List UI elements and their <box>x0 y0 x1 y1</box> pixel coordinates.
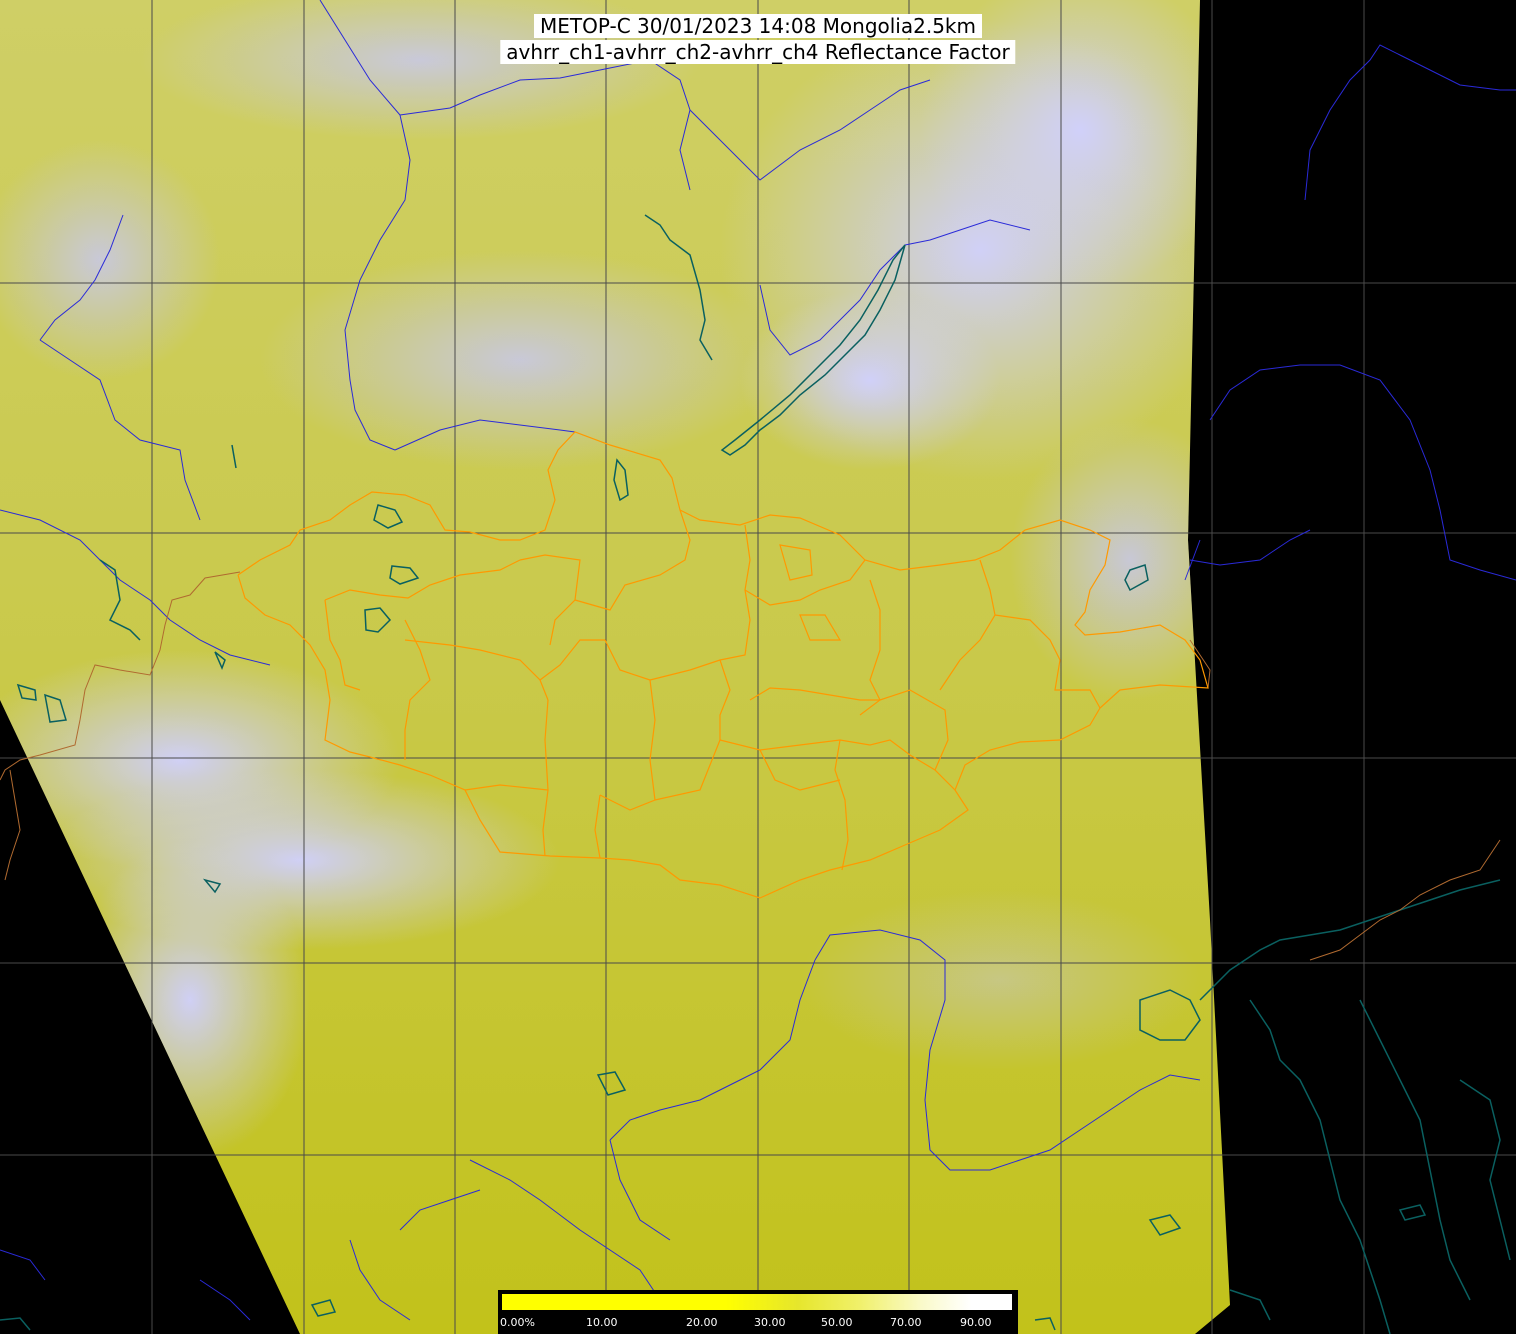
colorbar-tick: 50.00 <box>821 1316 853 1329</box>
colorbar-tick: 0.00% <box>500 1316 535 1329</box>
satellite-map <box>0 0 1516 1334</box>
colorbar-tick: 30.00 <box>754 1316 786 1329</box>
map-subtitle: avhrr_ch1-avhrr_ch2-avhrr_ch4 Reflectanc… <box>500 40 1016 64</box>
colorbar-tick: 70.00 <box>890 1316 922 1329</box>
colorbar-ramp <box>502 1294 1012 1310</box>
map-title: METOP-C 30/01/2023 14:08 Mongolia2.5km <box>534 14 982 38</box>
colorbar-legend: 0.00% 10.00 20.00 30.00 50.00 70.00 90.0… <box>498 1290 1018 1334</box>
colorbar-tick: 10.00 <box>586 1316 618 1329</box>
colorbar-tick: 90.00 <box>960 1316 992 1329</box>
colorbar-tick: 20.00 <box>686 1316 718 1329</box>
